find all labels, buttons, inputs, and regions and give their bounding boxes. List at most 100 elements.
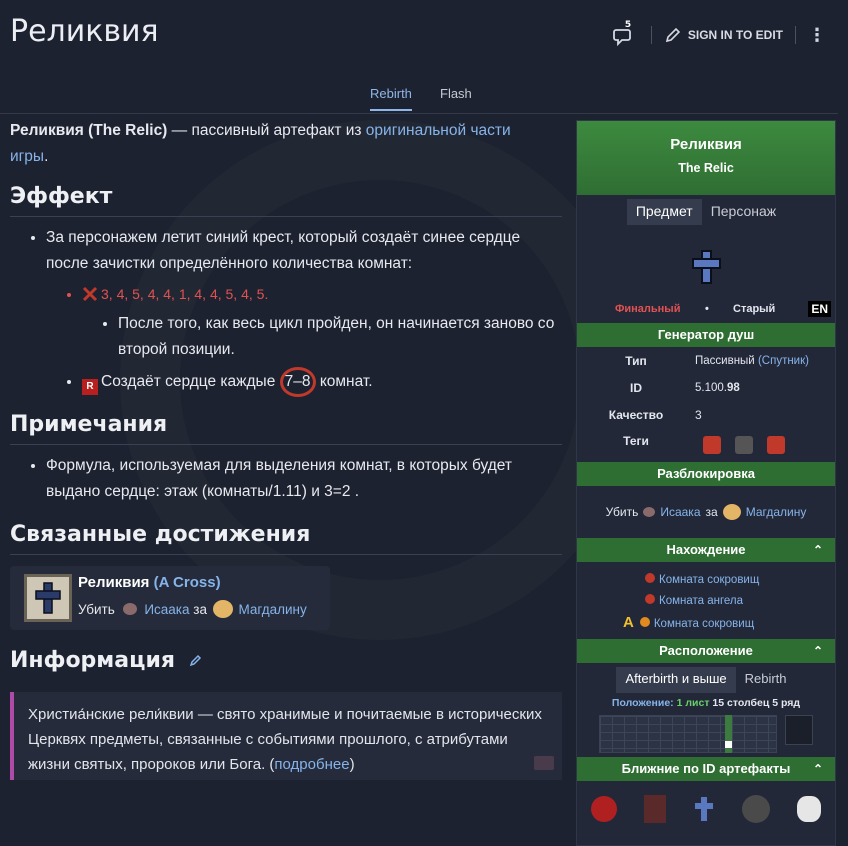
angel-room-link[interactable]: Комната ангела bbox=[659, 595, 743, 607]
position-col-word: столбец bbox=[727, 697, 770, 709]
position-grid-area bbox=[577, 713, 835, 757]
as-text: за bbox=[193, 602, 207, 617]
notes-section: Примечания Формула, используемая для выд… bbox=[10, 412, 562, 505]
magdalene-link[interactable]: Магдалину bbox=[239, 602, 307, 617]
found-bar[interactable]: Нахождение ⌃ bbox=[577, 538, 835, 562]
nearby-bar[interactable]: Ближние по ID артефакты ⌃ bbox=[577, 757, 835, 781]
more-options-icon[interactable]: ⋮ bbox=[808, 25, 826, 46]
quality-row: Качество 3 bbox=[577, 401, 835, 428]
infobox: Реликвия The Relic Предмет Персонаж Фина… bbox=[576, 120, 836, 846]
info-section: Информация bbox=[10, 648, 562, 680]
cross-icon bbox=[35, 582, 61, 614]
crossed-x-icon bbox=[82, 286, 98, 302]
talk-button[interactable]: 5 bbox=[612, 20, 639, 46]
achievement-card[interactable]: Реликвия (A Cross) Убить Исаака за Магда… bbox=[10, 566, 330, 630]
familiar-link[interactable]: (Спутник) bbox=[758, 355, 809, 367]
isaac-link[interactable]: Исаака bbox=[144, 602, 189, 617]
type-text: Пассивный bbox=[695, 354, 755, 367]
quote-end: ) bbox=[349, 756, 355, 773]
tab-rebirth[interactable]: Rebirth bbox=[370, 86, 412, 111]
pool-row: Комната ангела bbox=[577, 591, 835, 612]
en-badge-icon[interactable]: EN bbox=[808, 301, 831, 317]
position-sheet: 1 bbox=[676, 697, 683, 709]
achievement-title: Реликвия (A Cross) bbox=[78, 574, 221, 591]
treasure-room-link[interactable]: Комната сокровищ bbox=[659, 574, 759, 586]
room-sequence: 3, 4, 5, 4, 4, 1, 4, 4, 5, 4, 5. bbox=[101, 286, 269, 302]
pencil-icon bbox=[665, 27, 681, 43]
nearby-item-icon[interactable] bbox=[742, 795, 771, 823]
repentance-icon: R bbox=[82, 379, 98, 395]
unlock-magdalene-link[interactable]: Магдалину bbox=[746, 505, 807, 519]
tab-afterbirth[interactable]: Afterbirth и выше bbox=[616, 667, 736, 693]
intro-end: . bbox=[44, 148, 49, 165]
position-row: 5 bbox=[772, 697, 779, 709]
position-label: Положение: bbox=[611, 697, 674, 709]
achievement-condition: Убить Исаака за Магдалину bbox=[78, 600, 307, 618]
header-actions: 5 SIGN IN TO EDIT ⋮ bbox=[612, 20, 826, 46]
unlock-isaac-link[interactable]: Исаака bbox=[660, 505, 700, 519]
nearby-item-icon[interactable] bbox=[797, 796, 822, 822]
tags-row: Теги bbox=[577, 428, 835, 462]
chevron-up-icon[interactable]: ⌃ bbox=[813, 639, 823, 663]
sign-in-to-edit-button[interactable]: SIGN IN TO EDIT bbox=[664, 26, 783, 44]
collection-tag-icon[interactable] bbox=[735, 436, 753, 454]
quality-value: 3 bbox=[695, 407, 702, 422]
type-label: Тип bbox=[625, 353, 647, 368]
angel-pool-icon bbox=[645, 594, 655, 604]
position-grid bbox=[599, 715, 777, 753]
list-item: RСоздаёт сердце каждые 7–8 комнат. bbox=[82, 367, 562, 397]
infobox-header: Реликвия The Relic bbox=[577, 121, 835, 195]
divider bbox=[650, 26, 652, 44]
position-col: 15 bbox=[712, 697, 725, 709]
tab-flash[interactable]: Flash bbox=[440, 86, 472, 109]
room-range: 7–8 bbox=[279, 367, 316, 397]
chevron-up-icon[interactable]: ⌃ bbox=[813, 757, 823, 781]
notes-text: Формула, используемая для выделения комн… bbox=[46, 457, 512, 500]
infobox-title: Реликвия bbox=[670, 136, 742, 153]
edit-pencil-icon[interactable] bbox=[189, 653, 203, 667]
achievement-image bbox=[24, 574, 72, 622]
item-pools: Комната сокровищ Комната ангела A Комната… bbox=[577, 562, 835, 639]
tags-label: Теги bbox=[623, 434, 649, 448]
tags-icons bbox=[695, 436, 835, 454]
quality-label: Качество bbox=[608, 407, 664, 422]
version-tabs: Rebirth Flash bbox=[0, 80, 838, 114]
nearby-item-icon[interactable] bbox=[590, 796, 617, 822]
info-quote: Христиа́нские рели́квии — свято хранимые… bbox=[10, 692, 562, 780]
infobox-tabs: Предмет Персонаж bbox=[577, 199, 835, 225]
found-label: Нахождение bbox=[666, 542, 746, 557]
tab-rebirth-loc[interactable]: Rebirth bbox=[736, 667, 796, 693]
blocked-tag-icon[interactable] bbox=[767, 436, 785, 454]
offensive-tag-icon[interactable] bbox=[703, 436, 721, 454]
nearby-label: Ближние по ID артефакты bbox=[621, 761, 791, 776]
treasure-pool-icon bbox=[645, 573, 655, 583]
list-item: Формула, используемая для выделения комн… bbox=[46, 453, 562, 505]
list-item: После того, как весь цикл пройден, он на… bbox=[118, 311, 562, 363]
intro-text: — пассивный артефакт из bbox=[167, 122, 366, 139]
tab-character[interactable]: Персонаж bbox=[702, 199, 785, 225]
old-label[interactable]: Старый bbox=[733, 303, 775, 315]
type-row: Тип Пассивный (Спутник) bbox=[577, 347, 835, 374]
pool-row: Комната сокровищ bbox=[577, 570, 835, 591]
position-minimap-icon bbox=[785, 715, 813, 745]
book-icon bbox=[534, 756, 554, 770]
treasure-room-link-2[interactable]: Комната сокровищ bbox=[654, 618, 754, 630]
nearby-item-icon[interactable] bbox=[643, 795, 666, 823]
final-label[interactable]: Финальный bbox=[615, 303, 680, 315]
position-line: Положение: 1 лист 15 столбец 5 ряд bbox=[577, 697, 835, 709]
position-marker bbox=[725, 741, 732, 748]
location-label: Расположение bbox=[659, 643, 753, 658]
nearby-relic-icon[interactable] bbox=[693, 796, 715, 822]
pool-row: A Комната сокровищ bbox=[577, 612, 835, 635]
kill-text: Убить bbox=[78, 602, 115, 617]
position-sheet-word: лист bbox=[685, 697, 710, 709]
cycle-note: После того, как весь цикл пройден, он на… bbox=[118, 315, 555, 358]
more-link[interactable]: подробнее bbox=[274, 756, 349, 773]
chevron-up-icon[interactable]: ⌃ bbox=[813, 538, 823, 562]
info-heading: Информация bbox=[10, 648, 562, 680]
tab-item[interactable]: Предмет bbox=[626, 199, 702, 225]
location-bar[interactable]: Расположение ⌃ bbox=[577, 639, 835, 663]
unlock-bar: Разблокировка bbox=[577, 462, 835, 486]
achievement-link[interactable]: (A Cross) bbox=[154, 574, 221, 591]
unlock-kill: Убить bbox=[605, 505, 639, 519]
